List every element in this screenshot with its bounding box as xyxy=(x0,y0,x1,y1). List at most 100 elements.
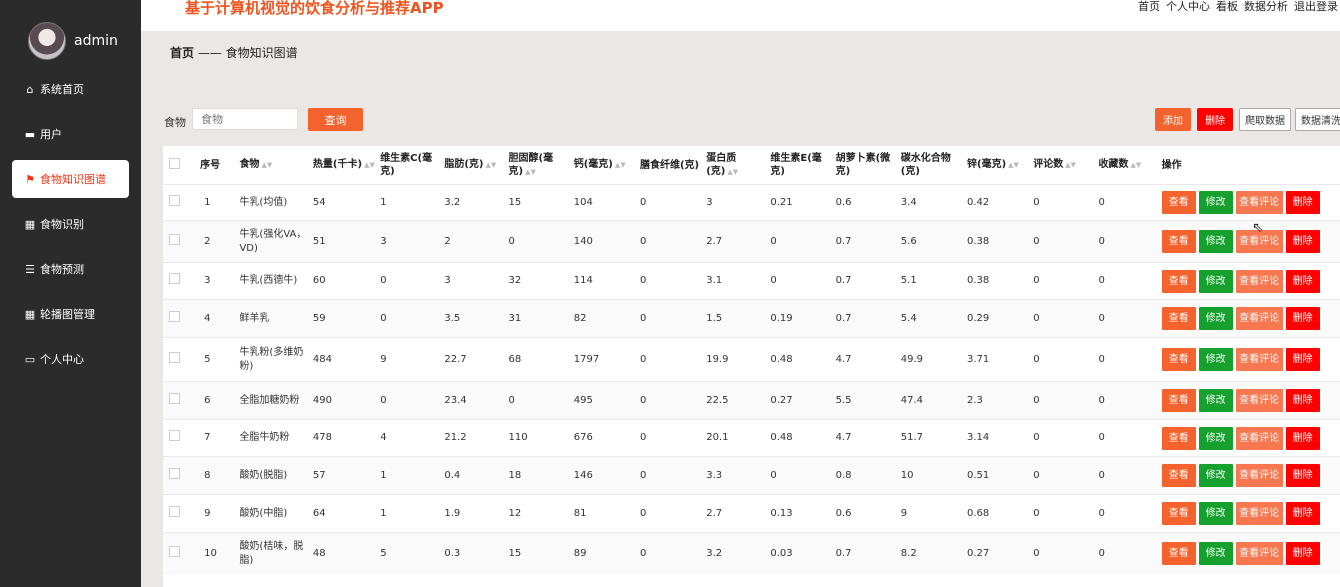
search-input[interactable] xyxy=(192,108,298,130)
column-header-14[interactable]: 评论数 ▲▼ xyxy=(1029,146,1094,185)
column-header-3[interactable]: 热量(千卡) ▲▼ xyxy=(309,146,376,185)
sort-icon[interactable]: ▲▼ xyxy=(261,161,272,169)
view-button[interactable]: 查看 xyxy=(1161,542,1196,566)
delete-button[interactable]: 删除 xyxy=(1285,269,1320,293)
table-cell: 0 xyxy=(1098,353,1105,365)
row-checkbox[interactable] xyxy=(169,430,180,441)
row-checkbox[interactable] xyxy=(169,194,180,206)
row-select-cell xyxy=(163,382,196,420)
view-button[interactable]: 查看 xyxy=(1161,191,1196,214)
delete-button[interactable]: 删除 xyxy=(1285,389,1320,412)
row-checkbox[interactable] xyxy=(169,505,180,517)
table-cell: 0 xyxy=(639,275,647,286)
table-cell: 0 xyxy=(1033,275,1040,286)
edit-button[interactable]: 修改 xyxy=(1198,464,1233,487)
table-cell: 0.21 xyxy=(770,196,793,208)
delete-button[interactable]: 删除 xyxy=(1285,307,1320,330)
breadcrumb-separator: —— xyxy=(197,46,222,60)
delete-button[interactable]: 删除 xyxy=(1285,502,1320,525)
sidebar-item-4[interactable]: ☰ 食物预测 xyxy=(12,250,129,288)
view-comments-button[interactable]: 查看评论 xyxy=(1235,426,1283,450)
sidebar-item-3[interactable]: ▦ 食物识别 xyxy=(12,205,129,243)
view-button[interactable]: 查看 xyxy=(1161,307,1196,330)
column-header-2[interactable]: 食物 ▲▼ xyxy=(235,146,308,185)
view-comments-button[interactable]: 查看评论 xyxy=(1235,502,1283,525)
view-button[interactable]: 查看 xyxy=(1161,230,1196,253)
row-actions: 查看 修改 查看评论 删除 xyxy=(1158,533,1340,575)
view-button[interactable]: 查看 xyxy=(1161,502,1196,525)
row-checkbox[interactable] xyxy=(169,351,180,363)
top-nav-item-3[interactable]: 数据分析 xyxy=(1244,0,1288,13)
edit-button[interactable]: 修改 xyxy=(1198,389,1233,412)
sidebar-item-1[interactable]: ▬ 用户 xyxy=(12,115,129,153)
sort-icon[interactable]: ▲▼ xyxy=(1130,161,1141,169)
sidebar-item-6[interactable]: ▭ 个人中心 xyxy=(12,340,129,378)
delete-button[interactable]: 删除 xyxy=(1285,542,1320,566)
row-checkbox[interactable] xyxy=(169,310,180,322)
view-button[interactable]: 查看 xyxy=(1161,389,1196,412)
select-all-checkbox[interactable] xyxy=(169,157,180,169)
column-header-5[interactable]: 脂肪(克) ▲▼ xyxy=(440,146,504,185)
column-header-6[interactable]: 胆固醇(毫克) ▲▼ xyxy=(505,146,570,185)
user-profile[interactable]: admin xyxy=(28,22,118,60)
delete-button[interactable]: 删除 xyxy=(1285,230,1320,253)
table-cell: 0 xyxy=(1098,275,1105,286)
top-nav-item-1[interactable]: 个人中心 xyxy=(1166,0,1210,13)
sort-icon[interactable]: ▲▼ xyxy=(486,161,497,169)
column-header-1: 序号 xyxy=(196,146,235,185)
sidebar-item-5[interactable]: ▦ 轮播图管理 xyxy=(12,295,129,333)
view-button[interactable]: 查看 xyxy=(1161,269,1196,293)
table-cell: 1 xyxy=(380,507,387,519)
sidebar-item-2[interactable]: ⚑ 食物知识图谱 xyxy=(12,160,129,198)
sort-icon[interactable]: ▲▼ xyxy=(1065,161,1076,169)
column-header-7[interactable]: 钙(毫克) ▲▼ xyxy=(570,146,636,185)
view-comments-button[interactable]: 查看评论 xyxy=(1235,389,1283,412)
top-nav-item-4[interactable]: 退出登录 xyxy=(1294,0,1338,13)
top-nav-item-2[interactable]: 看板 xyxy=(1216,0,1238,13)
delete-button[interactable]: 删除 xyxy=(1285,426,1320,450)
sort-icon[interactable]: ▲▼ xyxy=(727,168,738,176)
row-checkbox[interactable] xyxy=(169,233,180,245)
view-comments-button[interactable]: 查看评论 xyxy=(1235,191,1283,214)
edit-button[interactable]: 修改 xyxy=(1198,542,1233,566)
view-comments-button[interactable]: 查看评论 xyxy=(1235,542,1283,566)
column-header-13[interactable]: 锌(毫克) ▲▼ xyxy=(963,146,1029,185)
table-cell: 1 xyxy=(380,469,387,481)
sort-icon[interactable]: ▲▼ xyxy=(525,168,536,176)
view-button[interactable]: 查看 xyxy=(1161,348,1196,371)
card-icon: ▭ xyxy=(24,352,36,366)
sidebar-item-0[interactable]: ⌂ 系统首页 xyxy=(12,70,129,108)
row-checkbox[interactable] xyxy=(169,392,180,404)
edit-button[interactable]: 修改 xyxy=(1198,269,1233,293)
delete-button[interactable]: 删除 xyxy=(1285,191,1320,214)
edit-button[interactable]: 修改 xyxy=(1198,348,1233,371)
sort-icon[interactable]: ▲▼ xyxy=(615,161,626,169)
row-checkbox[interactable] xyxy=(169,545,180,557)
edit-button[interactable]: 修改 xyxy=(1198,230,1233,253)
batch-delete-button[interactable]: 删除 xyxy=(1197,108,1233,131)
view-comments-button[interactable]: 查看评论 xyxy=(1235,269,1283,293)
view-comments-button[interactable]: 查看评论 xyxy=(1235,307,1283,330)
view-comments-button[interactable]: 查看评论 xyxy=(1235,464,1283,487)
edit-button[interactable]: 修改 xyxy=(1198,191,1233,214)
crawl-data-button[interactable]: 爬取数据 xyxy=(1239,108,1291,131)
breadcrumb-home[interactable]: 首页 xyxy=(170,46,194,60)
row-checkbox[interactable] xyxy=(169,467,180,479)
search-button[interactable]: 查询 xyxy=(308,108,363,131)
sort-icon[interactable]: ▲▼ xyxy=(364,161,375,169)
view-button[interactable]: 查看 xyxy=(1161,426,1196,450)
edit-button[interactable]: 修改 xyxy=(1198,307,1233,330)
delete-button[interactable]: 删除 xyxy=(1285,348,1320,371)
sort-icon[interactable]: ▲▼ xyxy=(1008,161,1019,169)
view-comments-button[interactable]: 查看评论 xyxy=(1235,348,1283,371)
edit-button[interactable]: 修改 xyxy=(1198,502,1233,525)
clean-data-button[interactable]: 数据清洗 xyxy=(1295,108,1340,131)
column-header-9[interactable]: 蛋白质(克) ▲▼ xyxy=(702,146,766,185)
delete-button[interactable]: 删除 xyxy=(1285,464,1320,487)
view-button[interactable]: 查看 xyxy=(1161,464,1196,487)
edit-button[interactable]: 修改 xyxy=(1198,426,1233,450)
add-button[interactable]: 添加 xyxy=(1155,108,1191,131)
row-checkbox[interactable] xyxy=(169,273,180,284)
column-header-15[interactable]: 收藏数 ▲▼ xyxy=(1094,146,1157,185)
top-nav-item-0[interactable]: 首页 xyxy=(1138,0,1160,13)
